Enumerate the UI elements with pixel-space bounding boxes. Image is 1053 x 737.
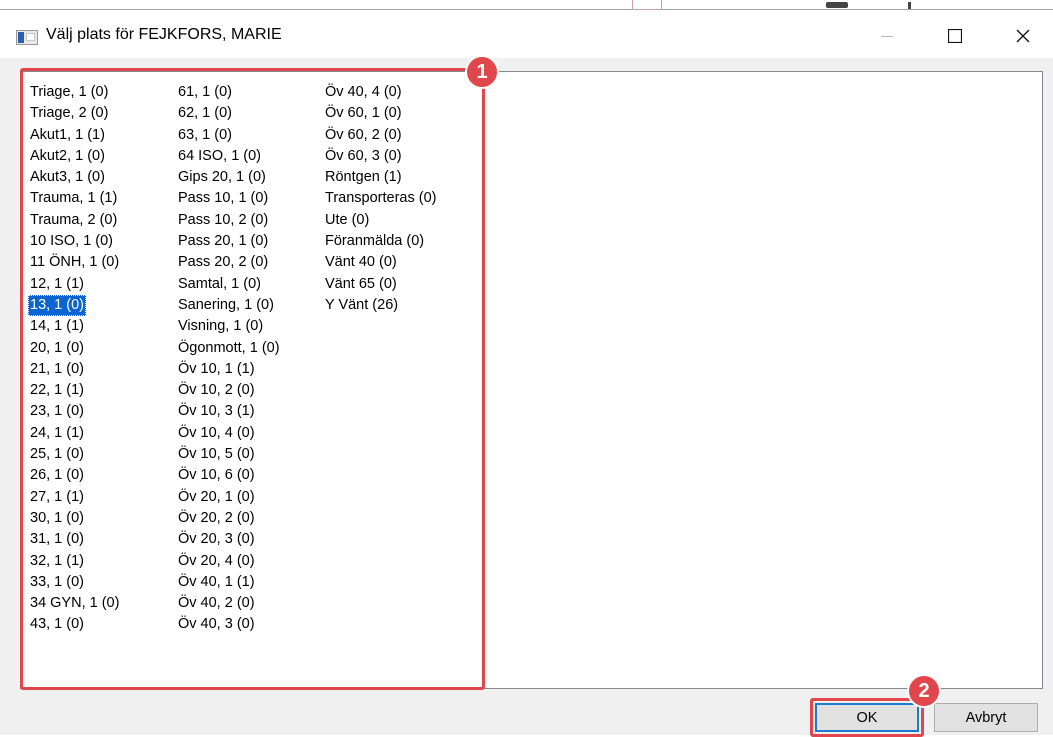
step-badge-1: 1 [465, 55, 499, 89]
app-icon [16, 30, 38, 45]
cancel-button[interactable]: Avbryt [934, 703, 1038, 732]
dialog-title: Välj plats för FEJKFORS, MARIE [46, 26, 282, 43]
background-window-strip [0, 0, 1053, 14]
close-icon [1016, 29, 1030, 43]
title-bar: Välj plats för FEJKFORS, MARIE [0, 14, 1053, 58]
minimize-icon [881, 36, 893, 37]
maximize-button[interactable] [932, 14, 978, 58]
maximize-icon [948, 29, 962, 43]
highlight-box-ok [810, 698, 924, 737]
dialog-body: Triage, 1 (0) Triage, 2 (0) Akut1, 1 (1) Ak… [0, 55, 1053, 737]
highlight-box-list [20, 68, 485, 690]
minimize-button[interactable] [864, 14, 910, 58]
step-badge-2: 2 [907, 674, 941, 708]
select-location-dialog: Välj plats för FEJKFORS, MARIE Triage, 1… [0, 14, 1053, 737]
close-button[interactable] [1000, 14, 1046, 58]
